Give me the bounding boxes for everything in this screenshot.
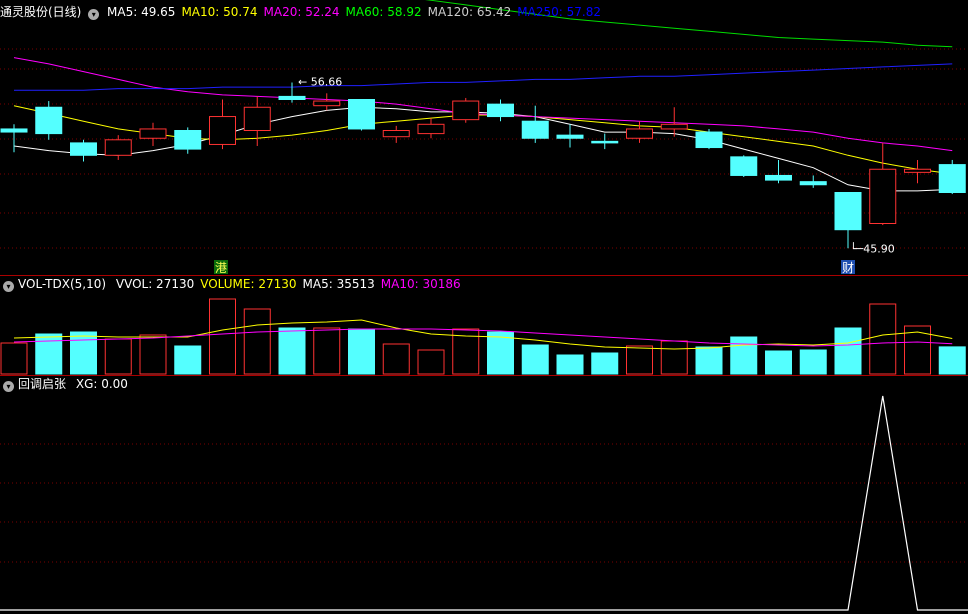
- indicator-label-0: XG: 0.00: [75, 377, 128, 391]
- volume-bar: [348, 328, 375, 375]
- candle-body: [730, 156, 758, 176]
- ma-line-ma250: [14, 63, 953, 91]
- candle-body: [0, 128, 28, 133]
- candle-body: [417, 123, 445, 135]
- candle-body: [382, 130, 410, 138]
- candle-body: [209, 116, 236, 145]
- panel-menu-icon[interactable]: ▾: [3, 281, 14, 292]
- candle-body: [591, 140, 619, 144]
- ma-label-4: MA120: 65.42: [427, 5, 512, 19]
- price-panel-header: 通灵股份(日线) ▾ MA5: 49.65 MA10: 50.74 MA20: 52…: [0, 3, 613, 21]
- volume-label-0: VVOL: 27130: [115, 277, 195, 291]
- candle-body: [348, 99, 375, 130]
- candle-body: [313, 100, 341, 107]
- volume-bar: [521, 344, 549, 375]
- volume-bar: [139, 334, 167, 375]
- volume-bar: [765, 350, 792, 375]
- candle-body: [765, 174, 792, 181]
- candle-body: [452, 100, 480, 121]
- volume-bar: [104, 338, 132, 375]
- candle-body: [834, 192, 862, 231]
- ma-legend: MA5: 49.65 MA10: 50.74 MA20: 52.24 MA60: 58…: [107, 5, 607, 19]
- indicator-title[interactable]: 回调启张: [18, 377, 66, 391]
- volume-bar: [556, 354, 584, 375]
- candle-body: [487, 103, 514, 118]
- volume-bar: [382, 343, 410, 375]
- candle-body: [904, 168, 931, 173]
- candle-body: [139, 128, 167, 139]
- candle-body: [35, 106, 63, 135]
- volume-bar: [938, 346, 966, 375]
- volume-bar: [834, 327, 862, 375]
- volume-bar: [278, 327, 306, 375]
- candle-body: [278, 95, 306, 101]
- candle-body: [174, 130, 202, 150]
- volume-bar: [313, 327, 341, 375]
- candle-body: [521, 120, 549, 139]
- candle-body: [104, 139, 132, 156]
- volume-panel-header: ▾ VOL-TDX(5,10) VVOL: 27130 VOLUME: 27130 M…: [0, 275, 473, 293]
- candle-body: [695, 131, 723, 149]
- indicator-chart[interactable]: [0, 376, 968, 614]
- ma-label-1: MA10: 50.74: [181, 5, 258, 19]
- candle-body: [799, 181, 827, 186]
- candle-body: [869, 168, 897, 224]
- xg-line: [0, 395, 968, 611]
- stock-title[interactable]: 通灵股份(日线): [0, 5, 81, 19]
- ma-line-ma5: [13, 106, 953, 192]
- volume-bar: [591, 352, 619, 375]
- volume-bar: [0, 342, 28, 375]
- volume-bar: [730, 336, 758, 375]
- marker-gang: 港: [215, 261, 227, 275]
- volume-bar: [799, 349, 827, 375]
- candle-body: [626, 128, 653, 139]
- volume-bar: [626, 345, 653, 375]
- volume-bar: [243, 308, 271, 375]
- low-price-label: └─45.90: [850, 241, 895, 255]
- candle-body: [938, 164, 966, 194]
- high-price-label: ← 56.66: [298, 76, 342, 89]
- candle-body: [243, 106, 271, 131]
- panel-menu-icon[interactable]: ▾: [88, 9, 100, 20]
- price-chart[interactable]: ← 56.66 └─45.90 港 财: [0, 0, 968, 275]
- volume-legend: VVOL: 27130 VOLUME: 27130 MA5: 35513 MA10: …: [116, 277, 467, 291]
- volume-bar: [417, 349, 445, 375]
- ma-label-5: MA250: 57.82: [517, 5, 601, 19]
- volume-label-1: VOLUME: 27130: [200, 277, 297, 291]
- candle-body: [70, 142, 97, 156]
- volume-bar: [695, 346, 723, 375]
- candle-body: [660, 123, 688, 130]
- volume-bar: [70, 331, 97, 375]
- marker-cai: 财: [842, 261, 854, 275]
- ma-label-3: MA60: 58.92: [345, 5, 422, 19]
- indicator-legend: XG: 0.00: [76, 377, 134, 391]
- panel-menu-icon[interactable]: ▾: [3, 381, 14, 392]
- indicator-panel-header: ▾ 回调启张 XG: 0.00: [0, 375, 140, 393]
- volume-label-2: MA5: 35513: [302, 277, 375, 291]
- volume-title[interactable]: VOL-TDX(5,10): [18, 277, 106, 291]
- ma-label-2: MA20: 52.24: [263, 5, 340, 19]
- volume-bar: [35, 333, 63, 375]
- volume-bar: [660, 340, 688, 375]
- ma-label-0: MA5: 49.65: [107, 5, 176, 19]
- volume-label-3: MA10: 30186: [380, 277, 461, 291]
- volume-bar: [487, 331, 514, 375]
- volume-bar: [174, 345, 202, 375]
- volume-bar: [869, 303, 897, 375]
- candle-body: [556, 134, 584, 139]
- ma-line-ma10: [13, 105, 953, 175]
- volume-bar: [209, 298, 236, 375]
